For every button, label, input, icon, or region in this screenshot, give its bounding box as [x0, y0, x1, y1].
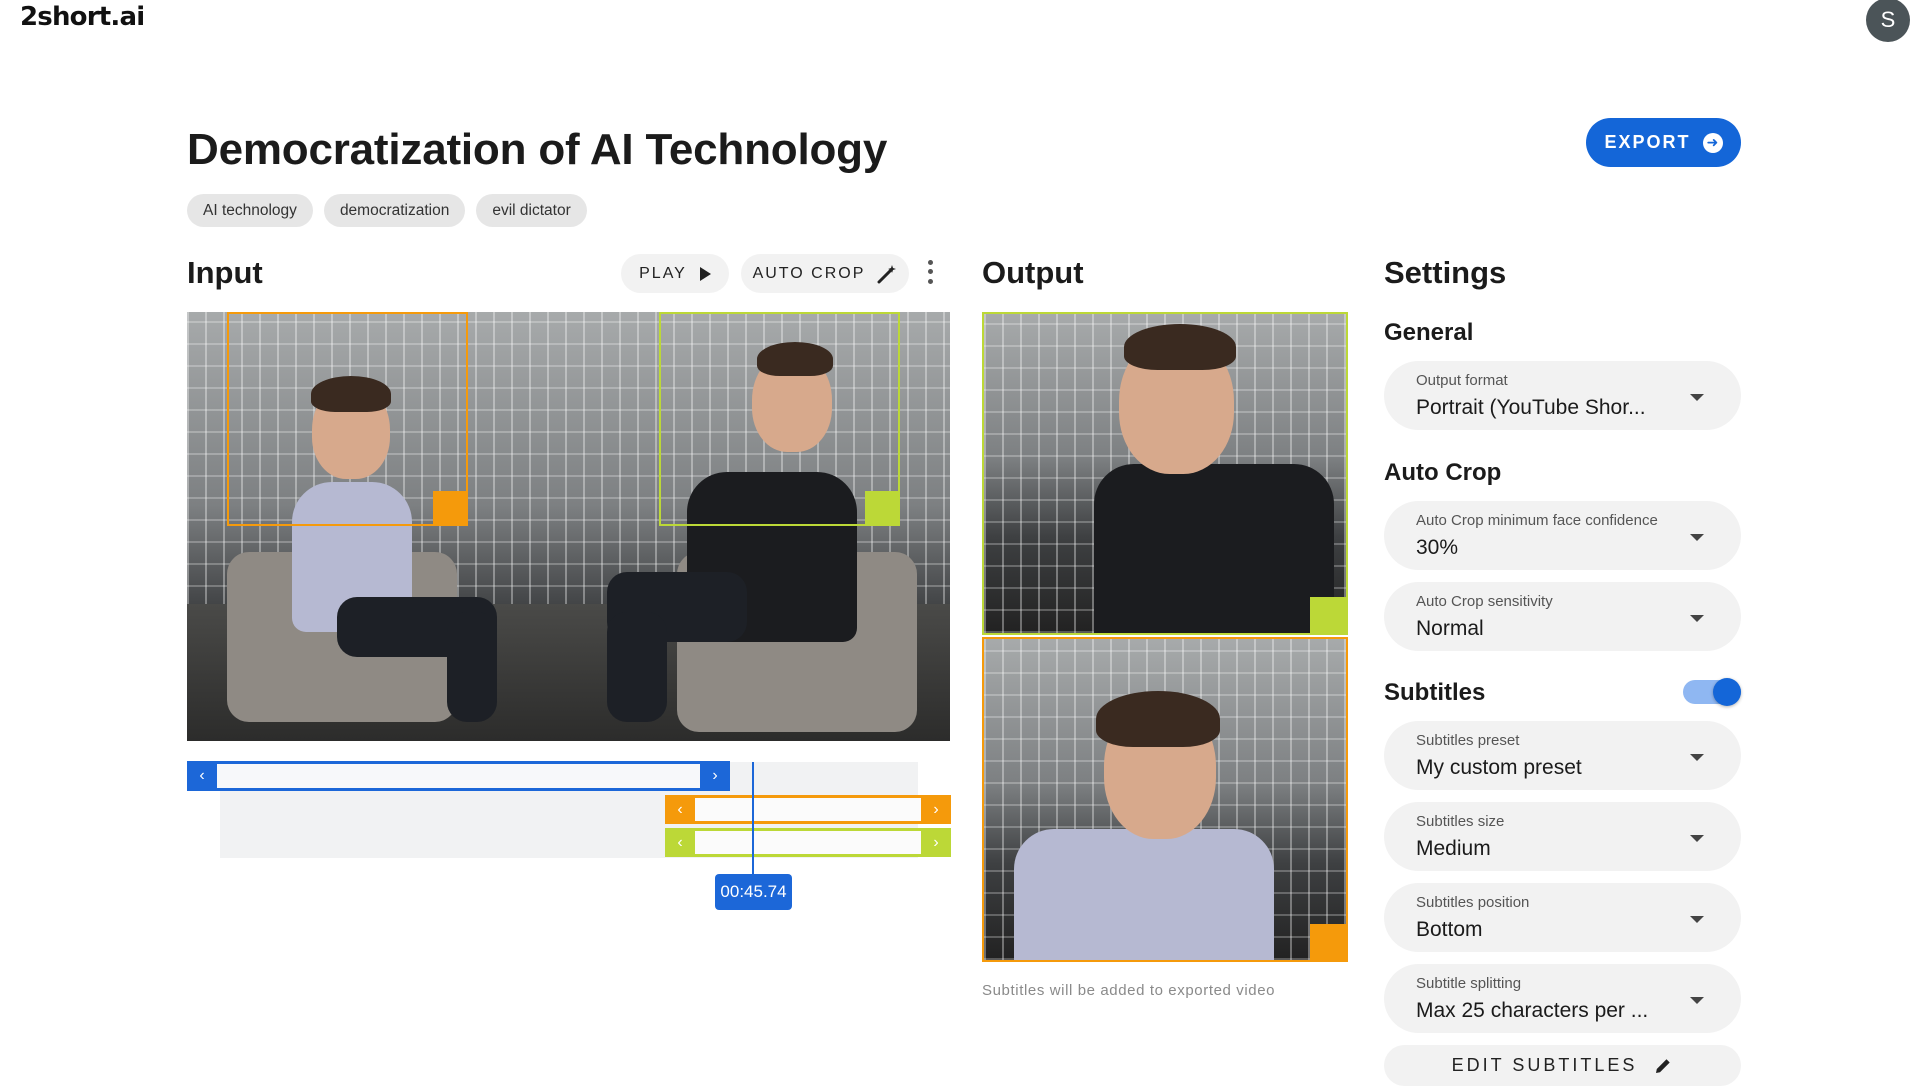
field-value: Bottom	[1416, 918, 1483, 941]
output-format-select[interactable]: Output format Portrait (YouTube Shor...	[1384, 361, 1741, 430]
more-options-icon[interactable]	[924, 258, 936, 286]
export-button[interactable]: EXPORT ➜	[1586, 118, 1741, 167]
field-value: 30%	[1416, 536, 1459, 559]
tag-chip[interactable]: evil dictator	[476, 194, 587, 227]
auto-crop-label: AUTO CROP	[752, 264, 866, 282]
play-button[interactable]: PLAY	[621, 254, 729, 293]
chevron-right-icon[interactable]: ›	[921, 828, 951, 857]
dropdown-arrow-icon	[1690, 916, 1704, 923]
settings-heading: Settings	[1384, 255, 1507, 290]
subtitles-preset-select[interactable]: Subtitles preset My custom preset	[1384, 721, 1741, 790]
face-crop-box-right[interactable]	[659, 312, 900, 526]
dropdown-arrow-icon	[1690, 615, 1704, 622]
magic-wand-icon	[877, 264, 897, 283]
field-label: Auto Crop sensitivity	[1416, 593, 1553, 610]
resize-handle[interactable]	[433, 491, 468, 526]
input-heading: Input	[187, 255, 263, 290]
subtitle-splitting-select[interactable]: Subtitle splitting Max 25 characters per…	[1384, 964, 1741, 1033]
app-logo[interactable]: 2short.ai	[20, 2, 145, 32]
playhead[interactable]	[752, 762, 754, 876]
current-time-badge: 00:45.74	[715, 874, 792, 910]
output-note: Subtitles will be added to exported vide…	[982, 982, 1276, 999]
chevron-right-icon[interactable]: ›	[921, 795, 951, 824]
arrow-right-circle-icon: ➜	[1702, 132, 1723, 153]
field-value: Medium	[1416, 837, 1491, 860]
face-confidence-select[interactable]: Auto Crop minimum face confidence 30%	[1384, 501, 1741, 570]
field-label: Subtitle splitting	[1416, 975, 1522, 992]
dropdown-arrow-icon	[1690, 835, 1704, 842]
edit-subtitles-button[interactable]: EDIT SUBTITLES	[1384, 1045, 1741, 1086]
resize-handle[interactable]	[865, 491, 900, 526]
page-title: Democratization of AI Technology	[187, 125, 888, 174]
output-preview-bottom	[982, 637, 1348, 962]
chevron-left-icon[interactable]: ‹	[665, 795, 695, 824]
auto-crop-heading: Auto Crop	[1384, 459, 1502, 486]
subtitles-size-select[interactable]: Subtitles size Medium	[1384, 802, 1741, 871]
subtitles-heading: Subtitles	[1384, 679, 1486, 706]
tag-list: AI technology democratization evil dicta…	[187, 194, 587, 227]
face-crop-box-left[interactable]	[227, 312, 468, 526]
field-label: Subtitles size	[1416, 813, 1505, 830]
chevron-left-icon[interactable]: ‹	[187, 761, 217, 791]
timeline-clip-main[interactable]: ‹ ›	[187, 761, 730, 791]
input-video-preview[interactable]	[187, 312, 950, 741]
field-value: Portrait (YouTube Shor...	[1416, 396, 1646, 419]
field-value: My custom preset	[1416, 756, 1582, 779]
crop-sensitivity-select[interactable]: Auto Crop sensitivity Normal	[1384, 582, 1741, 651]
pencil-icon	[1656, 1058, 1671, 1073]
output-heading: Output	[982, 255, 1084, 290]
field-value: Normal	[1416, 617, 1484, 640]
chevron-left-icon[interactable]: ‹	[665, 828, 695, 857]
subtitles-position-select[interactable]: Subtitles position Bottom	[1384, 883, 1741, 952]
dropdown-arrow-icon	[1690, 534, 1704, 541]
play-label: PLAY	[639, 264, 687, 282]
export-label: EXPORT	[1604, 132, 1691, 152]
field-label: Auto Crop minimum face confidence	[1416, 512, 1658, 529]
dropdown-arrow-icon	[1690, 754, 1704, 761]
auto-crop-button[interactable]: AUTO CROP	[741, 254, 909, 293]
chevron-right-icon[interactable]: ›	[700, 761, 730, 791]
field-label: Output format	[1416, 372, 1508, 389]
field-label: Subtitles preset	[1416, 732, 1520, 749]
field-label: Subtitles position	[1416, 894, 1530, 911]
user-avatar[interactable]: S	[1866, 0, 1910, 42]
field-value: Max 25 characters per ...	[1416, 999, 1649, 1022]
edit-subtitles-label: EDIT SUBTITLES	[1451, 1055, 1638, 1075]
subtitles-toggle[interactable]	[1683, 678, 1741, 706]
tag-chip[interactable]: democratization	[323, 194, 466, 227]
timeline-clip-lime[interactable]: ‹ ›	[665, 828, 951, 857]
timeline-clip-orange[interactable]: ‹ ›	[665, 795, 951, 824]
dropdown-arrow-icon	[1690, 997, 1704, 1004]
play-icon	[699, 266, 711, 281]
tag-chip[interactable]: AI technology	[187, 194, 313, 227]
general-heading: General	[1384, 319, 1474, 346]
output-preview-top	[982, 312, 1348, 635]
dropdown-arrow-icon	[1690, 394, 1704, 401]
